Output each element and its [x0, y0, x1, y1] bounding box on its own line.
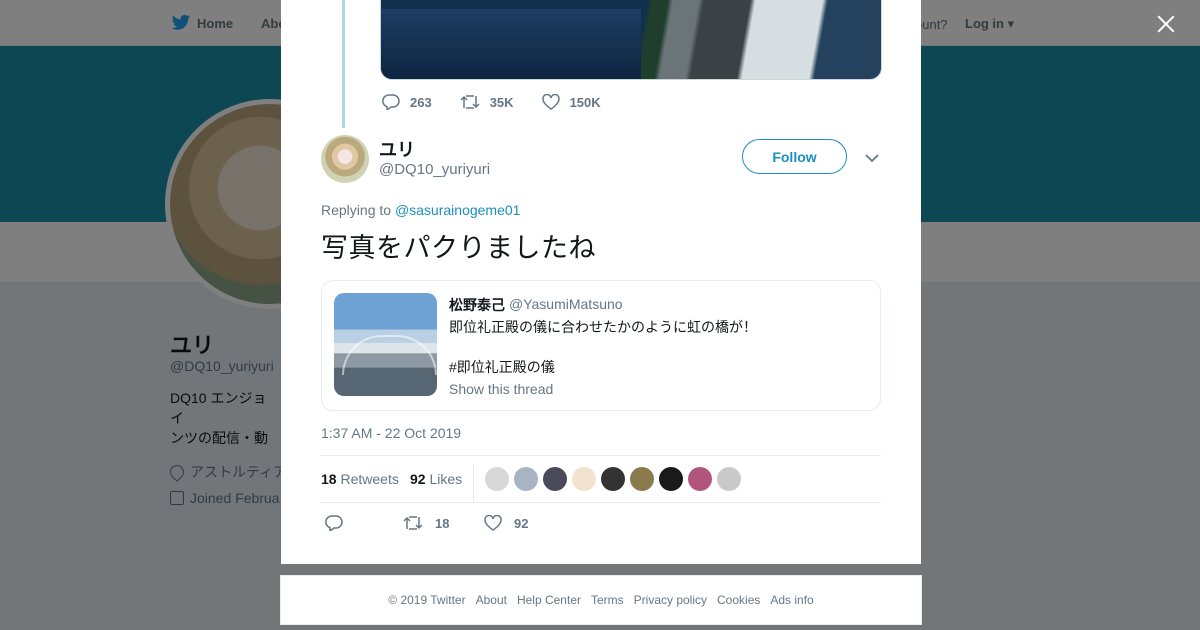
like-action[interactable]: 92	[484, 515, 528, 531]
thread-line	[342, 0, 345, 128]
rainbow-arc	[342, 335, 437, 375]
replying-to: Replying to @sasurainogeme01	[321, 202, 520, 218]
liker-avatar[interactable]	[717, 467, 741, 491]
liker-avatar[interactable]	[601, 467, 625, 491]
likes-label: Likes	[429, 471, 463, 487]
previous-tweet-actions: 263 35K 150K	[382, 92, 629, 112]
tweet-timestamp[interactable]: 1:37 AM - 22 Oct 2019	[321, 425, 461, 441]
footer-link-ads-info[interactable]: Ads info	[770, 593, 813, 607]
previous-reply-action[interactable]: 263	[382, 94, 432, 110]
follow-button[interactable]: Follow	[742, 139, 847, 174]
quoted-tweet[interactable]: 松野泰己 @YasumiMatsuno 即位礼正殿の儀に合わせたかのように虹の橋…	[321, 280, 881, 411]
liker-avatar[interactable]	[572, 467, 596, 491]
photo-river	[381, 9, 641, 79]
chevron-down-icon[interactable]	[864, 150, 880, 166]
show-thread-link[interactable]: Show this thread	[449, 381, 553, 397]
liker-avatar[interactable]	[543, 467, 567, 491]
stats-divider	[473, 464, 474, 502]
retweet-action-count: 18	[435, 515, 450, 531]
tweet-text: 写真をパクりましたね	[321, 233, 596, 264]
footer-link-help-center[interactable]: Help Center	[517, 593, 581, 607]
retweets-count: 18	[321, 471, 337, 487]
previous-like-action[interactable]: 150K	[541, 94, 601, 110]
reply-action[interactable]	[325, 515, 343, 531]
close-icon[interactable]	[1152, 10, 1180, 38]
footer-link-about[interactable]: About	[476, 593, 507, 607]
quoted-author-name: 松野泰己	[449, 297, 505, 313]
retweets-label: Retweets	[340, 471, 399, 487]
heart-icon	[484, 515, 502, 531]
liker-avatar[interactable]	[659, 467, 683, 491]
quoted-author-handle: @YasumiMatsuno	[509, 296, 623, 312]
reply-icon	[382, 94, 400, 110]
reply-icon	[325, 515, 343, 531]
previous-retweet-count: 35K	[489, 94, 514, 110]
likes-stat[interactable]: 92 Likes	[410, 471, 462, 487]
replying-to-link[interactable]: @sasurainogeme01	[395, 202, 521, 218]
like-action-count: 92	[514, 515, 529, 531]
liker-avatar[interactable]	[514, 467, 538, 491]
retweet-icon	[460, 95, 480, 109]
heart-icon	[541, 94, 560, 110]
likes-count: 92	[410, 471, 426, 487]
previous-retweet-action[interactable]: 35K	[460, 94, 514, 110]
footer-link-terms[interactable]: Terms	[591, 593, 624, 607]
author-name[interactable]: ユリ	[379, 136, 415, 162]
footer-link-privacy[interactable]: Privacy policy	[634, 593, 707, 607]
retweet-action[interactable]: 18	[403, 515, 449, 531]
replying-prefix: Replying to	[321, 202, 392, 218]
footer-copyright: © 2019 Twitter	[388, 593, 466, 607]
retweets-stat[interactable]: 18 Retweets	[321, 471, 399, 487]
retweet-icon	[403, 516, 423, 530]
footer: © 2019 Twitter About Help Center Terms P…	[280, 575, 922, 625]
liker-avatar[interactable]	[630, 467, 654, 491]
quoted-hashtag: #即位礼正殿の儀	[449, 359, 555, 375]
liker-avatar[interactable]	[485, 467, 509, 491]
quoted-tweet-photo	[334, 293, 437, 396]
author-handle[interactable]: @DQ10_yuriyuri	[379, 161, 490, 178]
liker-avatar[interactable]	[688, 467, 712, 491]
quoted-text: 即位礼正殿の儀に合わせたかのように虹の橋が！	[449, 319, 757, 335]
previous-reply-count: 263	[410, 94, 432, 110]
tweet-stats: 18 Retweets 92 Likes	[321, 455, 881, 503]
previous-like-count: 150K	[569, 94, 601, 110]
tweet-modal: 263 35K 150K ユリ @DQ10_yuriyuri Follow Re…	[281, 0, 921, 564]
liker-avatars	[485, 467, 746, 491]
previous-tweet-photo[interactable]	[380, 0, 882, 80]
author-avatar[interactable]	[321, 135, 369, 183]
footer-link-cookies[interactable]: Cookies	[717, 593, 760, 607]
